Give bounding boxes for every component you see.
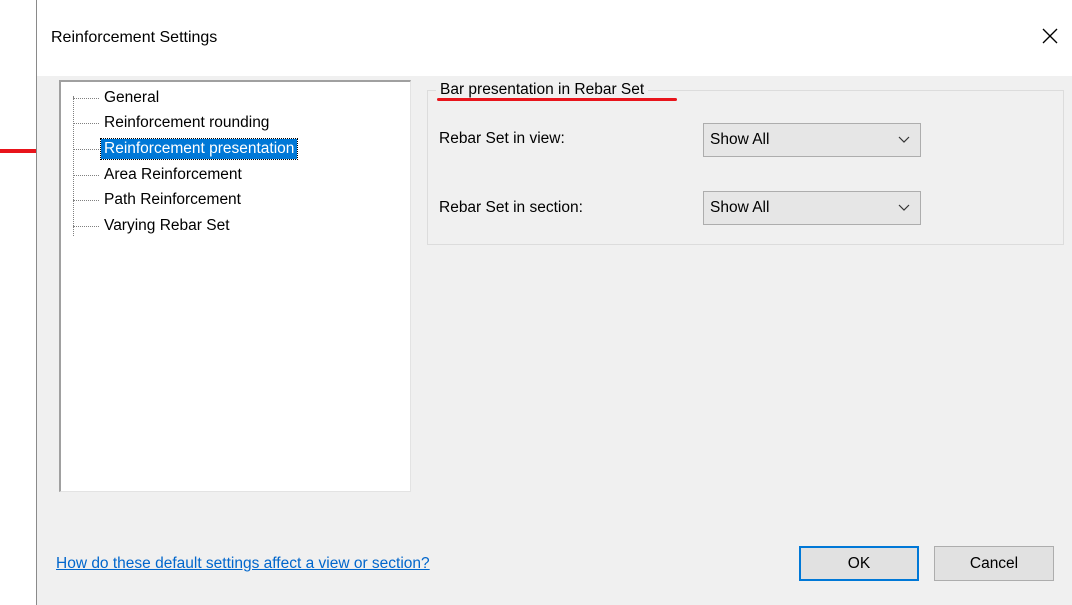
close-icon xyxy=(1042,28,1058,44)
tree-item-general[interactable]: General xyxy=(73,87,162,109)
close-button[interactable] xyxy=(1027,14,1072,58)
tree-item-area-reinforcement[interactable]: Area Reinforcement xyxy=(73,164,245,186)
group-title: Bar presentation in Rebar Set xyxy=(436,81,649,99)
help-link[interactable]: How do these default settings affect a v… xyxy=(56,555,430,573)
rebar-set-in-section-select[interactable]: Show All xyxy=(703,191,921,225)
cancel-button[interactable]: Cancel xyxy=(934,546,1054,581)
tree-item-label: Area Reinforcement xyxy=(104,166,242,183)
title-bar: Reinforcement Settings xyxy=(37,0,1072,76)
chevron-down-icon xyxy=(898,204,910,211)
tree-item-reinforcement-rounding[interactable]: Reinforcement rounding xyxy=(73,112,272,134)
tree-item-label: Varying Rebar Set xyxy=(104,217,230,234)
select-value: Show All xyxy=(710,131,770,148)
rebar-set-in-view-label: Rebar Set in view: xyxy=(439,130,565,147)
rebar-set-in-section-label: Rebar Set in section: xyxy=(439,199,583,216)
tree-item-varying-rebar-set[interactable]: Varying Rebar Set xyxy=(73,215,233,237)
ok-button[interactable]: OK xyxy=(799,546,919,581)
reinforcement-settings-dialog: Reinforcement Settings General Reinforce… xyxy=(36,0,1072,605)
tree-item-label: General xyxy=(104,89,160,106)
annotation-underline xyxy=(437,98,677,101)
rebar-set-in-view-select[interactable]: Show All xyxy=(703,123,921,157)
tree-item-label: Reinforcement rounding xyxy=(104,114,270,131)
select-value: Show All xyxy=(710,199,770,216)
settings-tree[interactable]: General Reinforcement rounding Reinforce… xyxy=(59,80,411,492)
tree-item-label: Path Reinforcement xyxy=(104,191,241,208)
tree-item-path-reinforcement[interactable]: Path Reinforcement xyxy=(73,189,244,211)
dialog-title: Reinforcement Settings xyxy=(51,29,218,46)
tree-item-reinforcement-presentation[interactable]: Reinforcement presentation xyxy=(73,138,299,160)
chevron-down-icon xyxy=(898,136,910,143)
tree-item-label: Reinforcement presentation xyxy=(99,138,299,160)
